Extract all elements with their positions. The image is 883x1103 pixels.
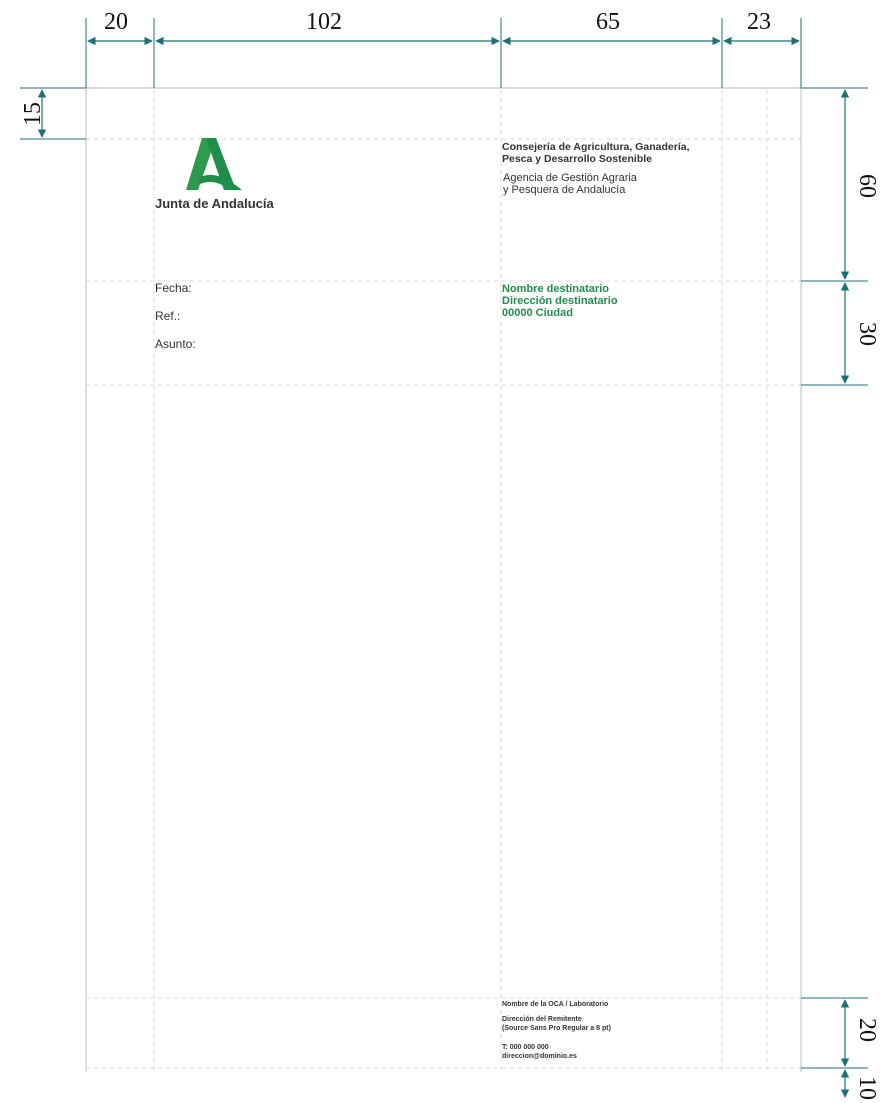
agency-line-2: y Pesquera de Andalucía: [503, 184, 626, 196]
dim-right-margin-width: 23: [747, 9, 771, 35]
ref-label: Ref.:: [155, 309, 181, 323]
footer-org-name: Nombre de la OCA / Laboratorio: [502, 1001, 609, 1008]
dim-footer-height: 20: [854, 1018, 880, 1042]
department-line-2: Pesca y Desarrollo Sostenible: [502, 153, 652, 165]
dim-address-column-width: 65: [596, 9, 620, 35]
dim-left-margin-width: 20: [104, 9, 128, 35]
date-label: Fecha:: [155, 281, 192, 295]
footer-phone: T: 000 000 000: [502, 1044, 549, 1051]
footer-font-note: (Source Sans Pro Regular a 8 pt): [502, 1025, 611, 1032]
footer-sender-address: Dirección del Remitente: [502, 1016, 582, 1023]
agency-line-1: Agencia de Gestión Agraria: [503, 172, 637, 184]
recipient-address: Dirección destinatario: [502, 295, 618, 307]
subject-label: Asunto:: [155, 337, 196, 351]
recipient-city: 00000 Ciudad: [502, 307, 573, 319]
junta-andalucia-a-icon: [186, 138, 242, 190]
dim-header-height: 60: [854, 174, 880, 198]
logo-text: Junta de Andalucía: [155, 196, 274, 211]
dim-address-block-height: 30: [854, 322, 880, 346]
recipient-name: Nombre destinatario: [502, 283, 609, 295]
department-line-1: Consejería de Agricultura, Ganadería,: [502, 141, 690, 153]
dim-top-margin: 15: [20, 102, 46, 126]
footer-email: direccion@dominio.es: [502, 1053, 577, 1060]
dim-logo-column-width: 102: [306, 9, 342, 35]
layout-guides: [20, 18, 868, 1098]
